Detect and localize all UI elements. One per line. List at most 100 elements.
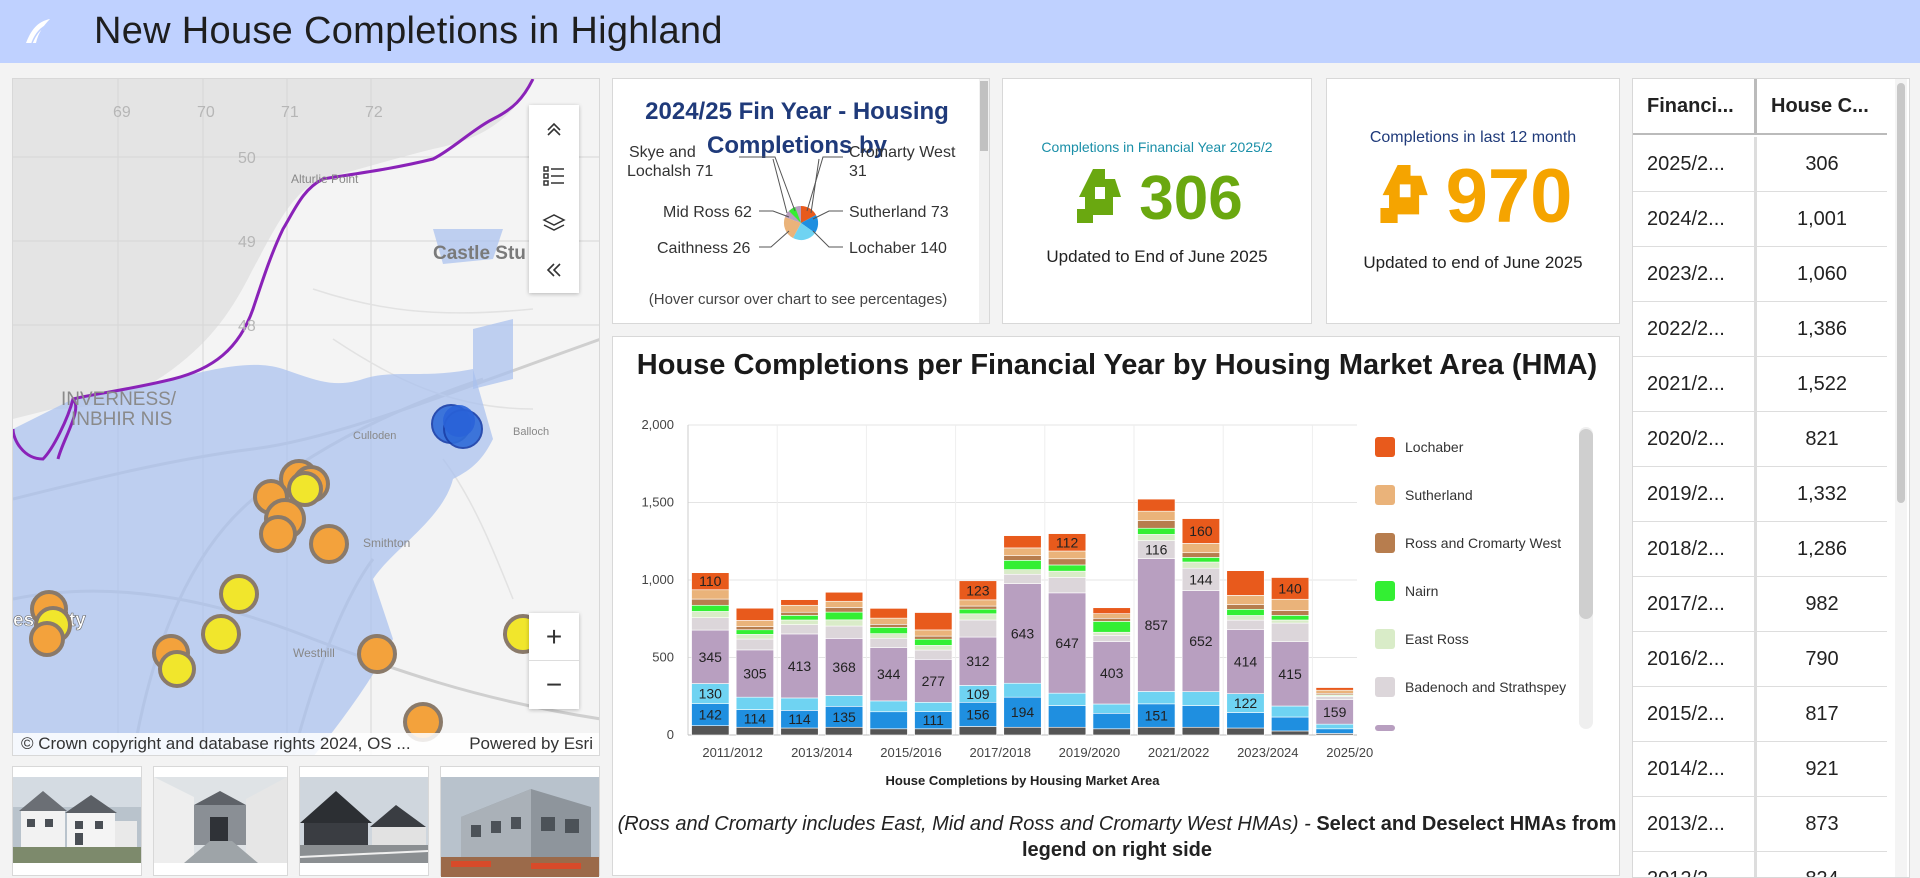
bar-segment[interactable] — [1137, 498, 1176, 512]
bar-segment[interactable] — [914, 638, 953, 646]
bar-segment[interactable] — [1092, 613, 1131, 619]
bar-segment[interactable] — [691, 725, 730, 736]
bar-segment[interactable] — [1181, 543, 1220, 554]
bar-segment[interactable] — [914, 649, 953, 660]
bar-segment[interactable] — [1092, 607, 1131, 614]
table-row[interactable]: 2023/2... 1,060 — [1633, 247, 1887, 302]
legend-item[interactable]: Sutherland — [1375, 485, 1473, 505]
bar-segment[interactable] — [691, 589, 730, 600]
bar-segment[interactable] — [1003, 726, 1042, 736]
table-row[interactable]: 2017/2... 982 — [1633, 577, 1887, 632]
table-row[interactable]: 2021/2... 1,522 — [1633, 357, 1887, 412]
bar-segment[interactable] — [1003, 555, 1042, 561]
bar-segment[interactable] — [825, 619, 864, 627]
bar-segment[interactable] — [780, 599, 819, 606]
bar-segment[interactable] — [1271, 716, 1310, 732]
bar-segment[interactable] — [780, 624, 819, 635]
bar-segment[interactable] — [1137, 520, 1176, 529]
bar-segment[interactable] — [1271, 619, 1310, 624]
bar-segment[interactable] — [1271, 622, 1310, 642]
bar-segment[interactable] — [1092, 728, 1131, 736]
table-row[interactable]: 2015/2... 817 — [1633, 687, 1887, 742]
bar-segment[interactable] — [1181, 691, 1220, 706]
bar-segment[interactable] — [1226, 615, 1265, 621]
bar-segment[interactable] — [1092, 621, 1131, 633]
legend-item[interactable]: Lochaber — [1375, 437, 1463, 457]
bar-segment[interactable] — [1181, 561, 1220, 569]
pie-card-scrollbar[interactable] — [979, 79, 989, 323]
bar-segment[interactable] — [780, 604, 819, 613]
bar-segment[interactable] — [1315, 696, 1354, 700]
legend-item-partial[interactable] — [1375, 725, 1405, 731]
bar-segment[interactable] — [825, 607, 864, 613]
table-row[interactable]: 2022/2... 1,386 — [1633, 302, 1887, 357]
bar-segment[interactable] — [1092, 703, 1131, 714]
bar-segment[interactable] — [958, 599, 997, 607]
bar-segment[interactable] — [691, 604, 730, 612]
photo-thumbnail[interactable] — [299, 766, 429, 876]
bar-segment[interactable] — [1048, 558, 1087, 566]
bar-segment[interactable] — [869, 608, 908, 619]
bar-segment[interactable] — [1048, 570, 1087, 578]
bar-segment[interactable] — [1048, 577, 1087, 594]
bar-segment[interactable] — [869, 627, 908, 634]
bar-segment[interactable] — [1003, 573, 1042, 584]
column-header-house-completions[interactable]: House C... — [1757, 79, 1887, 135]
bar-segment[interactable] — [691, 598, 730, 606]
table-row[interactable]: 2012/2...824 — [1633, 852, 1887, 877]
table-row[interactable]: 2024/2... 1,001 — [1633, 192, 1887, 247]
map-view[interactable]: 69 70 71 72 50 49 48 Alturlie Point Cast… — [12, 78, 600, 756]
bar-segment[interactable] — [869, 711, 908, 730]
legend-item[interactable]: Nairn — [1375, 581, 1438, 601]
bar-segment[interactable] — [1315, 687, 1354, 691]
bar-segment[interactable] — [691, 611, 730, 618]
table-row[interactable]: 2020/2... 821 — [1633, 412, 1887, 467]
bar-segment[interactable] — [1137, 726, 1176, 736]
column-header-financial-year[interactable]: Financi... — [1633, 79, 1757, 135]
bar-segment[interactable] — [780, 727, 819, 736]
pie-chart[interactable] — [783, 205, 819, 241]
bar-segment[interactable] — [914, 629, 953, 637]
bar-segment[interactable] — [1048, 705, 1087, 728]
bar-segment[interactable] — [1003, 535, 1042, 549]
bar-segment[interactable] — [1048, 726, 1087, 736]
bar-segment[interactable] — [1092, 617, 1131, 622]
bar-segment[interactable] — [1271, 615, 1310, 621]
bar-segment[interactable] — [1137, 534, 1176, 541]
bar-segment[interactable] — [1181, 557, 1220, 563]
bar-segment[interactable] — [1271, 705, 1310, 718]
bar-segment[interactable] — [1226, 604, 1265, 610]
layers-icon[interactable] — [529, 199, 579, 246]
bar-segment[interactable] — [1315, 728, 1354, 734]
bar-segment[interactable] — [1003, 560, 1042, 570]
bar-segment[interactable] — [914, 645, 953, 651]
table-scrollbar[interactable] — [1895, 79, 1907, 877]
esri-credit[interactable]: Powered by Esri — [469, 734, 593, 754]
bar-segment[interactable] — [1048, 564, 1087, 572]
table-row[interactable]: 2025/2... 306 — [1633, 137, 1887, 192]
bar-segment[interactable] — [825, 591, 864, 602]
bar-segment[interactable] — [958, 726, 997, 736]
bar-segment[interactable] — [914, 701, 953, 712]
photo-thumbnail[interactable] — [12, 766, 142, 876]
bar-segment[interactable] — [825, 600, 864, 608]
bar-segment[interactable] — [1271, 598, 1310, 611]
bar-segment[interactable] — [914, 635, 953, 640]
bar-segment[interactable] — [958, 605, 997, 610]
bar-segment[interactable] — [691, 617, 730, 631]
bar-segment[interactable] — [1137, 527, 1176, 535]
bar-segment[interactable] — [1181, 552, 1220, 558]
bar-segment[interactable] — [825, 611, 864, 621]
collapse-left-icon[interactable] — [529, 246, 579, 293]
bar-segment[interactable] — [1048, 550, 1087, 560]
bar-segment[interactable] — [1226, 619, 1265, 630]
bar-segment[interactable] — [869, 700, 908, 713]
bar-segment[interactable] — [869, 637, 908, 648]
bar-segment[interactable] — [958, 608, 997, 615]
attribution-text[interactable]: © Crown copyright and database rights 20… — [21, 734, 411, 754]
bar-segment[interactable] — [1092, 635, 1131, 642]
bar-segment[interactable] — [1271, 610, 1310, 616]
stacked-bar-chart[interactable]: 0 500 1,000 1,500 2,000 110 345 130 142 305 114 413… — [613, 337, 1373, 797]
bar-segment[interactable] — [780, 619, 819, 625]
bar-segment[interactable] — [825, 695, 864, 707]
